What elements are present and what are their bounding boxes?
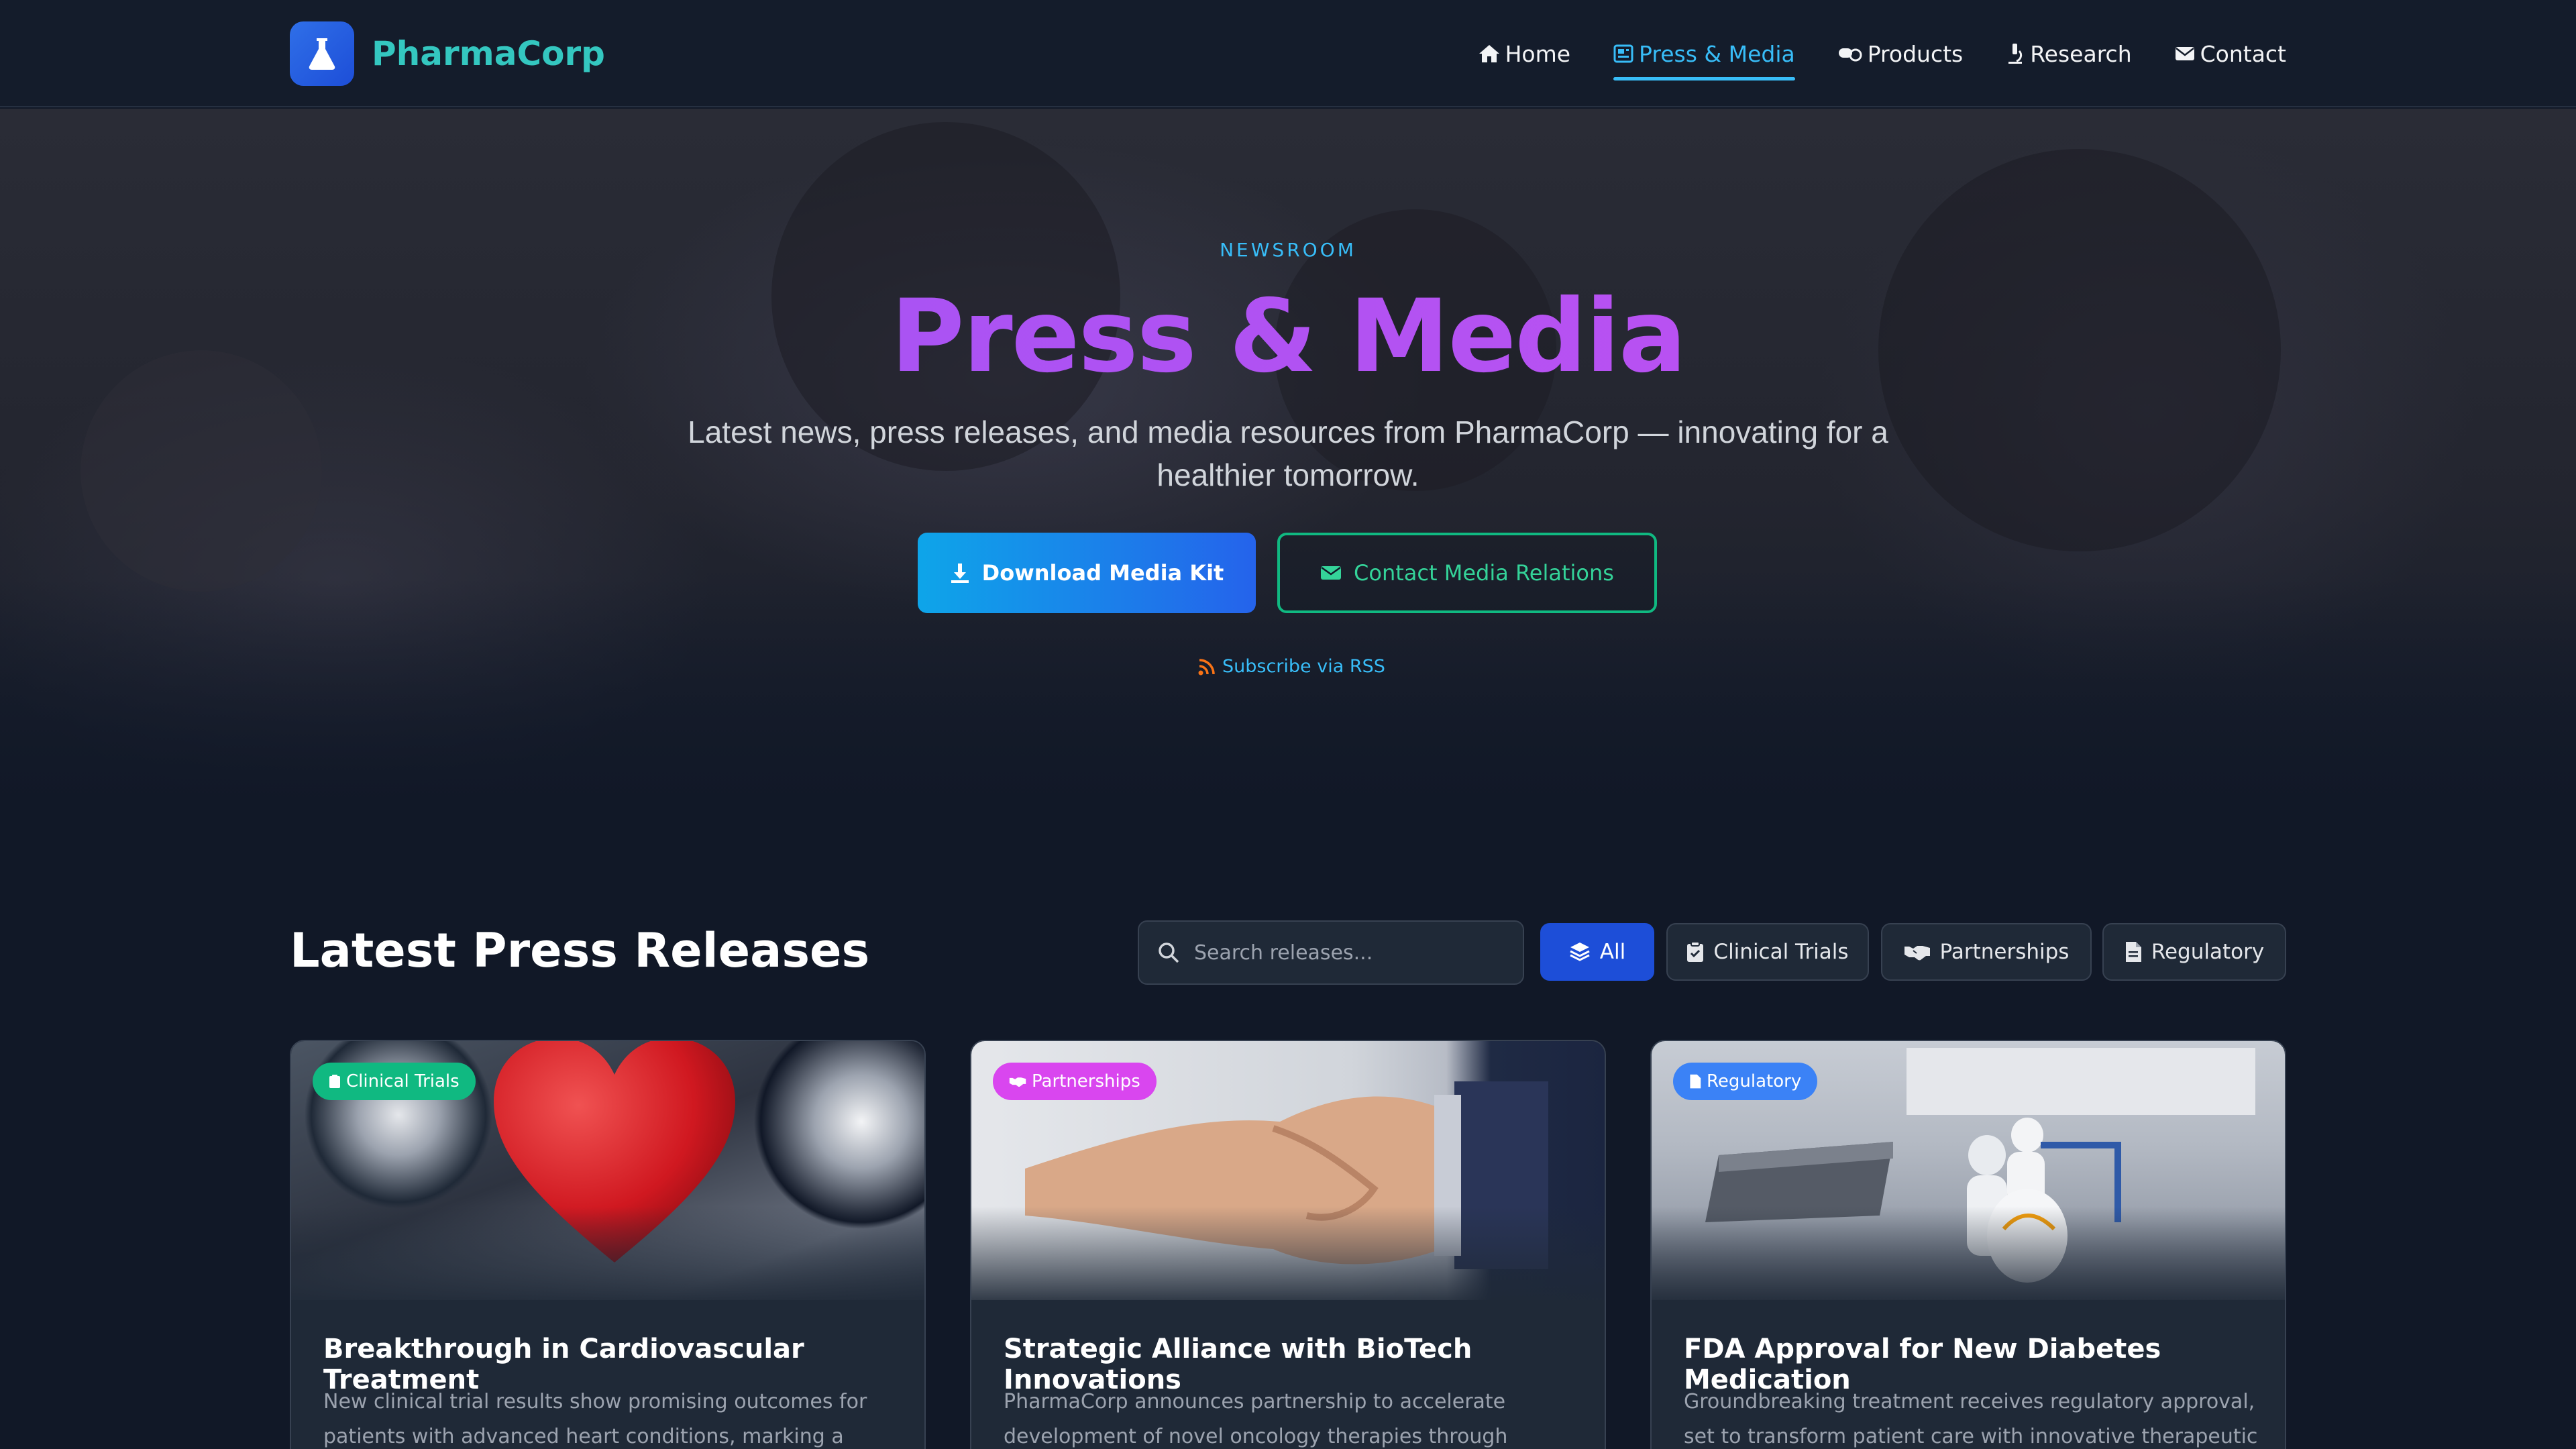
hero-eyebrow: NEWSROOM xyxy=(1220,239,1356,261)
subscribe-rss-link[interactable]: Subscribe via RSS xyxy=(1198,656,1385,677)
handshake-icon xyxy=(1009,1077,1026,1087)
press-release-card[interactable]: Clinical Trials Breakthrough in Cardiova… xyxy=(290,1040,926,1449)
card-excerpt: New clinical trial results show promisin… xyxy=(323,1390,867,1448)
card-excerpt: PharmaCorp announces partnership to acce… xyxy=(1004,1390,1508,1448)
subscribe-rss-label: Subscribe via RSS xyxy=(1222,656,1385,677)
download-icon xyxy=(951,564,969,583)
download-media-kit-label: Download Media Kit xyxy=(981,560,1224,586)
press-release-card[interactable]: Partnerships Strategic Alliance with Bio… xyxy=(970,1040,1606,1449)
heart-icon xyxy=(494,1041,735,1263)
search-icon xyxy=(1159,943,1179,963)
search-input[interactable] xyxy=(1194,941,1503,965)
filter-all[interactable]: All xyxy=(1540,923,1654,981)
filter-all-label: All xyxy=(1599,940,1626,964)
search-box[interactable] xyxy=(1138,920,1524,985)
category-badge: Regulatory xyxy=(1673,1063,1818,1100)
clipboard-icon xyxy=(1687,941,1704,962)
category-badge-label: Regulatory xyxy=(1707,1071,1802,1091)
section-title: Latest Press Releases xyxy=(290,923,870,978)
download-media-kit-button[interactable]: Download Media Kit xyxy=(918,533,1256,613)
envelope-icon xyxy=(1321,566,1342,580)
category-badge-label: Partnerships xyxy=(1032,1071,1140,1091)
filter-clinical-trials[interactable]: Clinical Trials xyxy=(1666,923,1869,981)
clipboard-icon xyxy=(329,1075,340,1088)
page-title: Press & Media xyxy=(0,278,2576,395)
category-badge: Partnerships xyxy=(993,1063,1157,1100)
filter-regulatory[interactable]: Regulatory xyxy=(2102,923,2286,981)
handshake-icon xyxy=(1904,946,1930,961)
document-icon xyxy=(2125,942,2141,962)
filter-regulatory-label: Regulatory xyxy=(2151,940,2265,964)
press-release-card[interactable]: Regulatory FDA Approval for New Diabetes… xyxy=(1650,1040,2286,1449)
filter-partnerships[interactable]: Partnerships xyxy=(1881,923,2092,981)
category-badge-label: Clinical Trials xyxy=(346,1071,460,1091)
filter-partnerships-label: Partnerships xyxy=(1939,940,2070,964)
hero-content: NEWSROOM Press & Media Latest news, pres… xyxy=(0,0,2576,698)
filter-clinical-trials-label: Clinical Trials xyxy=(1713,940,1849,964)
contact-media-relations-label: Contact Media Relations xyxy=(1354,560,1614,586)
hero-subtitle: Latest news, press releases, and media r… xyxy=(688,415,1888,492)
rss-icon xyxy=(1198,658,1215,675)
contact-media-relations-button[interactable]: Contact Media Relations xyxy=(1277,533,1657,613)
card-excerpt: Groundbreaking treatment receives regula… xyxy=(1684,1390,2258,1448)
category-badge: Clinical Trials xyxy=(313,1063,476,1100)
layers-icon xyxy=(1570,943,1590,961)
document-icon xyxy=(1690,1074,1701,1089)
